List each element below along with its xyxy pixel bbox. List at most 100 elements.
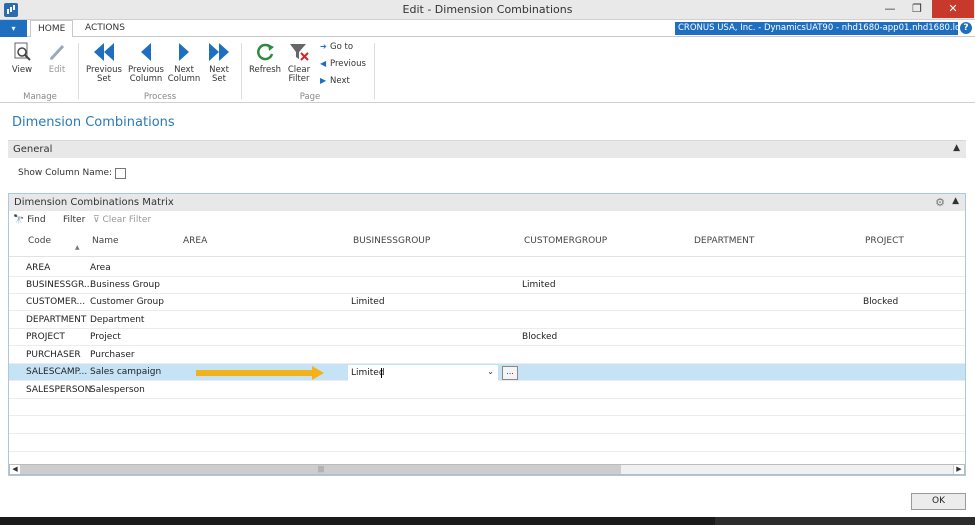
table-row[interactable]: CUSTOMER... Customer Group Limited Block…	[9, 294, 965, 311]
column-header-customergroup[interactable]: CUSTOMERGROUP	[524, 236, 607, 246]
row-code: DEPARTMENT	[26, 315, 87, 325]
next-button[interactable]: ▶ Next	[320, 76, 350, 86]
restore-button[interactable]: ❐	[905, 0, 929, 18]
column-header-code[interactable]: Code	[28, 236, 51, 246]
scroll-right-icon[interactable]: ▶	[953, 465, 964, 474]
previous-label: Previous	[330, 59, 366, 69]
table-row[interactable]: PROJECT Project Blocked	[9, 329, 965, 346]
row-code: AREA	[26, 263, 51, 273]
text-caret	[381, 368, 382, 378]
cell-businessgroup[interactable]: Limited	[351, 297, 385, 307]
clear-filter-icon	[290, 44, 309, 61]
table-row[interactable]: PURCHASER Purchaser	[9, 347, 965, 364]
row-code: CUSTOMER...	[26, 297, 86, 307]
column-header-name[interactable]: Name	[92, 236, 119, 246]
table-row[interactable]: BUSINESSGR... Business Group Limited	[9, 277, 965, 294]
table-row-empty[interactable]	[9, 399, 965, 416]
table-row[interactable]: AREA Area	[9, 260, 965, 277]
previous-set-label-2: Set	[97, 74, 111, 84]
group-separator	[374, 43, 375, 99]
annotation-arrow-icon	[196, 370, 314, 376]
collapse-icon[interactable]: ▲	[952, 196, 959, 206]
ribbon: View Edit Manage Previous Set Previous C…	[0, 37, 975, 103]
next-arrow-icon: ▶	[320, 76, 327, 85]
row-name: Business Group	[90, 280, 160, 290]
find-button[interactable]: 🔭 Find	[13, 215, 46, 225]
row-code: PURCHASER	[26, 350, 81, 360]
matrix-part-header: Dimension Combinations Matrix ⚙ ▲	[9, 194, 965, 211]
table-row-empty[interactable]	[9, 417, 965, 434]
previous-column-button[interactable]: Previous Column	[126, 41, 166, 84]
tab-home[interactable]: HOME	[30, 20, 74, 38]
double-right-arrow-icon	[209, 43, 229, 61]
company-server-info[interactable]: CRONUS USA, Inc. - DynamicsUAT90 - nhd16…	[675, 22, 958, 35]
view-icon	[14, 42, 31, 61]
table-row-empty[interactable]	[9, 435, 965, 452]
clear-filter-label-2: Filter	[288, 74, 310, 84]
group-label-page: Page	[299, 92, 321, 102]
column-header-project[interactable]: PROJECT	[865, 236, 904, 246]
taskbar	[0, 517, 975, 525]
table-row[interactable]: DEPARTMENT Department	[9, 312, 965, 329]
view-label: View	[11, 65, 33, 75]
go-to-button[interactable]: ➔ Go to	[320, 42, 353, 52]
next-column-button[interactable]: Next Column	[166, 41, 202, 84]
column-header-area[interactable]: AREA	[183, 236, 207, 246]
general-fasttab[interactable]: General ▲	[8, 140, 966, 158]
filter-clear-icon: ⊽	[93, 215, 100, 225]
scrollbar-thumb[interactable]: |||	[21, 465, 621, 474]
lookup-button[interactable]: ...	[502, 366, 518, 380]
previous-button[interactable]: ◀ Previous	[320, 59, 366, 69]
gear-icon[interactable]: ⚙	[935, 196, 945, 209]
scroll-left-icon[interactable]: ◀	[10, 465, 21, 474]
previous-set-button[interactable]: Previous Set	[84, 41, 124, 84]
previous-arrow-icon: ◀	[320, 59, 327, 68]
cell-customergroup[interactable]: Limited	[522, 280, 556, 290]
help-icon[interactable]: ?	[960, 22, 972, 34]
refresh-button[interactable]: Refresh	[248, 41, 282, 75]
chevron-down-icon[interactable]: ⌄	[487, 367, 494, 376]
column-header-department[interactable]: DEPARTMENT	[694, 236, 754, 246]
row-code: PROJECT	[26, 332, 65, 342]
row-code: SALESPERSON	[26, 385, 92, 395]
edit-field-value: Limited	[351, 368, 385, 378]
clear-filter-toolbar-button[interactable]: ⊽ Clear Filter	[93, 215, 151, 225]
double-left-arrow-icon	[94, 43, 114, 61]
ok-button[interactable]: OK	[911, 493, 966, 510]
row-name: Sales campaign	[90, 367, 162, 377]
row-name: Project	[90, 332, 121, 342]
edit-label: Edit	[48, 65, 66, 75]
table-row[interactable]: SALESPERSON Salesperson	[9, 382, 965, 399]
sort-ascending-icon: ▲	[75, 244, 80, 251]
next-set-button[interactable]: Next Set	[204, 41, 234, 84]
binoculars-icon: 🔭	[13, 215, 25, 225]
minimize-button[interactable]: —	[878, 0, 902, 18]
row-code: BUSINESSGR...	[26, 280, 93, 290]
tab-actions[interactable]: ACTIONS	[78, 20, 132, 37]
cell-project[interactable]: Blocked	[863, 297, 898, 307]
clear-filter-button[interactable]: Clear Filter	[284, 41, 314, 84]
next-column-label-2: Column	[167, 74, 201, 84]
go-to-label: Go to	[330, 42, 354, 52]
filter-button[interactable]: Filter	[63, 215, 85, 225]
show-column-name-label: Show Column Name:	[18, 168, 113, 178]
page-title: Dimension Combinations	[12, 115, 175, 130]
next-set-label-2: Set	[212, 74, 226, 84]
edit-button[interactable]: Edit	[44, 41, 70, 75]
row-name: Purchaser	[90, 350, 135, 360]
column-header-businessgroup[interactable]: BUSINESSGROUP	[353, 236, 430, 246]
group-separator	[78, 43, 79, 99]
horizontal-scrollbar[interactable]: ◀ ||| ▶	[9, 464, 965, 475]
show-column-name-checkbox[interactable]	[115, 168, 126, 179]
group-label-process: Process	[143, 92, 177, 102]
collapse-icon[interactable]: ▲	[953, 143, 960, 153]
cell-customergroup[interactable]: Blocked	[522, 332, 557, 342]
window-title: Edit - Dimension Combinations	[402, 3, 573, 16]
clear-filter-toolbar-label: Clear Filter	[102, 215, 152, 225]
view-button[interactable]: View	[8, 41, 36, 75]
application-menu-button[interactable]: ▾	[0, 20, 27, 37]
left-arrow-icon	[141, 43, 151, 61]
row-code: SALESCAMP...	[26, 367, 88, 377]
businessgroup-edit-field[interactable]: Limited ⌄	[348, 365, 498, 381]
close-button[interactable]: ✕	[932, 0, 974, 18]
